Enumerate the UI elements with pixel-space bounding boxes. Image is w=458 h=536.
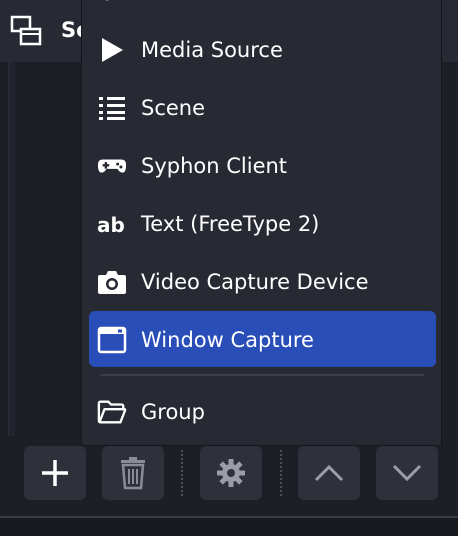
move-source-up-button[interactable] xyxy=(298,446,360,500)
text-ab-icon: ab xyxy=(97,209,127,239)
plus-icon xyxy=(39,457,71,489)
sources-toolbar xyxy=(0,436,458,516)
menu-item-label: Video Capture Device xyxy=(141,270,369,294)
move-source-down-button[interactable] xyxy=(376,446,438,500)
menu-item-label: Scene xyxy=(141,96,206,120)
sources-dock-icon xyxy=(10,15,42,47)
menu-item-group[interactable]: Group xyxy=(89,383,436,439)
list-icon xyxy=(97,93,127,123)
window-icon xyxy=(97,325,127,355)
trash-icon xyxy=(118,456,148,490)
menu-item-label: Text (FreeType 2) xyxy=(141,212,320,236)
camera-icon xyxy=(97,267,127,297)
menu-separator xyxy=(100,374,424,376)
svg-text:ab: ab xyxy=(97,213,125,237)
chevron-down-icon xyxy=(391,463,423,483)
chevron-up-icon xyxy=(313,463,345,483)
toolbar-separator xyxy=(280,450,282,496)
menu-item-label: Media Source xyxy=(141,38,283,62)
list-border xyxy=(9,62,15,436)
cut-off-item-icon xyxy=(97,0,127,4)
add-source-menu: Media Source Scene Syphon Client ab Text… xyxy=(81,0,442,446)
menu-item-window-capture[interactable]: Window Capture xyxy=(89,311,436,367)
toolbar-separator xyxy=(181,450,183,496)
menu-item-scene[interactable]: Scene xyxy=(89,79,436,135)
play-icon xyxy=(97,35,127,65)
menu-item-label: Syphon Client xyxy=(141,154,288,178)
menu-item-syphon-client[interactable]: Syphon Client xyxy=(89,137,436,193)
remove-source-button[interactable] xyxy=(102,446,164,500)
status-bar xyxy=(0,516,458,536)
gear-icon xyxy=(216,458,246,488)
source-properties-button[interactable] xyxy=(200,446,262,500)
menu-item-label: Window Capture xyxy=(141,328,314,352)
add-source-button[interactable] xyxy=(24,446,86,500)
menu-item-video-capture-device[interactable]: Video Capture Device xyxy=(89,253,436,309)
folder-icon xyxy=(97,397,127,427)
menu-item-label: Group xyxy=(141,400,205,424)
menu-item-text-freetype[interactable]: ab Text (FreeType 2) xyxy=(89,195,436,251)
gamepad-icon xyxy=(97,151,127,181)
menu-item-media-source[interactable]: Media Source xyxy=(89,21,436,77)
